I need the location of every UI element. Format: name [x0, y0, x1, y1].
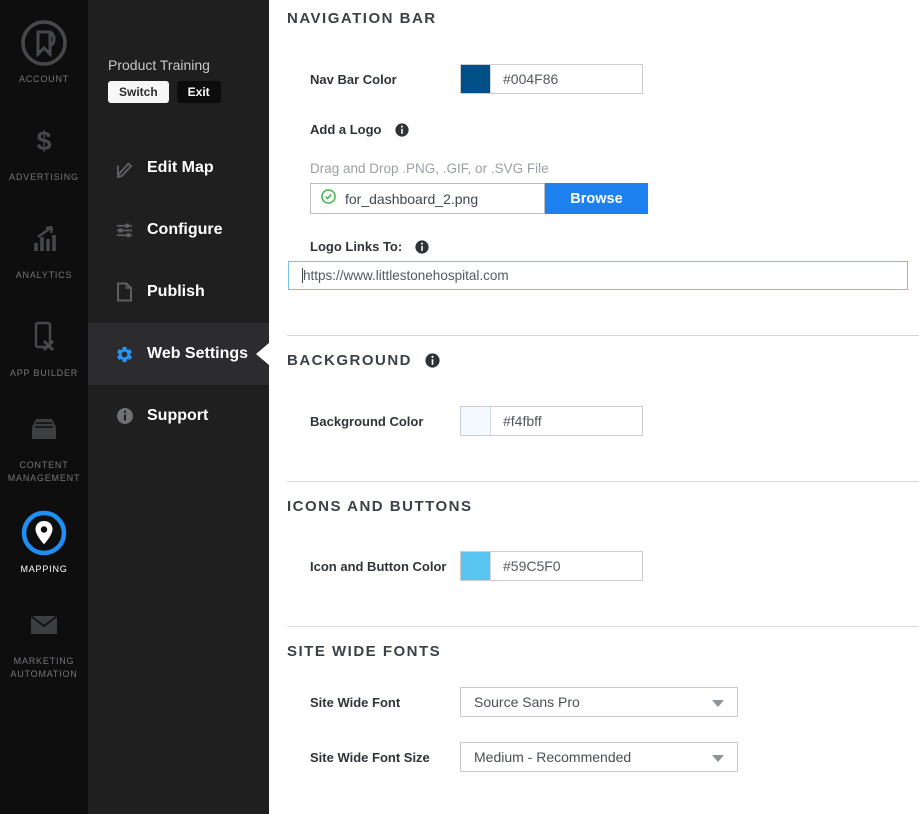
envelope-icon [27, 601, 61, 649]
icon-button-color-input[interactable] [491, 552, 642, 580]
menu-item-publish[interactable]: Publish [88, 261, 269, 323]
site-wide-font-row: Site Wide Font Source Sans Pro [287, 687, 919, 717]
section-title-background: BACKGROUND [287, 352, 919, 369]
document-icon [115, 282, 134, 302]
active-item-arrow [256, 343, 269, 365]
nav-bar-color-label: Nav Bar Color [310, 72, 460, 87]
menu-item-edit-map[interactable]: Edit Map [88, 137, 269, 199]
site-wide-font-label: Site Wide Font [310, 695, 460, 710]
sidebar-item-label: ACCOUNT [4, 73, 84, 87]
icon-button-color-swatch[interactable] [461, 552, 491, 580]
menu-item-label: Support [147, 407, 208, 425]
dollar-icon: $ [36, 117, 51, 165]
background-color-input[interactable] [491, 407, 642, 435]
icon-rail-sidebar: ACCOUNT $ ADVERTISING ANALYTICS [0, 0, 88, 814]
archive-drawer-icon [27, 405, 61, 453]
site-wide-font-size-dropdown[interactable]: Medium - Recommended [460, 742, 738, 772]
site-wide-font-value: Source Sans Pro [474, 694, 580, 710]
nav-bar-color-swatch[interactable] [461, 65, 491, 93]
section-title-text: ICONS AND BUTTONS [287, 498, 473, 515]
pencil-icon [115, 159, 134, 178]
sidebar-item-label: CONTENT MANAGEMENT [4, 459, 84, 486]
menu-item-label: Web Settings [147, 345, 248, 363]
sidebar-item-label: ANALYTICS [4, 269, 84, 283]
logo-links-label: Logo Links To: [310, 239, 402, 254]
section-title-text: NAVIGATION BAR [287, 10, 437, 27]
section-title-navigation-bar: NAVIGATION BAR [287, 10, 919, 27]
icon-button-color-label: Icon and Button Color [310, 559, 460, 574]
info-icon[interactable] [415, 240, 429, 254]
menu-sidebar: Product Training Switch Exit Edit Map [88, 0, 269, 814]
check-circle-icon [321, 189, 336, 209]
section-title-icons-buttons: ICONS AND BUTTONS [287, 498, 919, 515]
chevron-down-icon [712, 700, 724, 707]
sliders-icon [115, 221, 134, 240]
sidebar-item-account[interactable]: ACCOUNT [0, 4, 88, 102]
nav-bar-color-input[interactable] [491, 65, 642, 93]
logo-file-input[interactable]: for_dashboard_2.png [310, 183, 545, 214]
logo-url-input[interactable]: https://www.littlestonehospital.com [288, 261, 908, 290]
logo-file-row: for_dashboard_2.png Browse [310, 183, 648, 214]
browse-button[interactable]: Browse [545, 183, 648, 214]
icon-button-color-input-group [460, 551, 643, 581]
menu-item-configure[interactable]: Configure [88, 199, 269, 261]
menu-item-label: Publish [147, 283, 205, 301]
section-divider [287, 335, 919, 336]
section-divider [287, 626, 919, 627]
sidebar-item-advertising[interactable]: $ ADVERTISING [0, 102, 88, 200]
background-color-row: Background Color [287, 406, 919, 436]
background-color-label: Background Color [310, 414, 460, 429]
gear-icon [115, 345, 134, 364]
web-settings-panel: NAVIGATION BAR Nav Bar Color Add a Logo … [269, 0, 919, 814]
info-icon[interactable] [425, 353, 440, 368]
icon-button-color-row: Icon and Button Color [287, 551, 919, 581]
sidebar-item-label: MARKETING AUTOMATION [4, 655, 84, 682]
sidebar-item-marketing-automation[interactable]: MARKETING AUTOMATION [0, 592, 88, 690]
background-color-swatch[interactable] [461, 407, 491, 435]
account-brand-logo-icon [18, 19, 70, 67]
bar-chart-arrow-icon [28, 215, 60, 263]
menu-item-web-settings[interactable]: Web Settings [88, 323, 269, 385]
menu-nav: Edit Map Configure [88, 137, 269, 447]
add-logo-block: Add a Logo [310, 122, 919, 137]
project-block: Product Training Switch Exit [88, 0, 269, 103]
add-logo-label: Add a Logo [310, 122, 382, 137]
menu-item-label: Configure [147, 221, 223, 239]
exit-button[interactable]: Exit [177, 81, 221, 103]
menu-item-support[interactable]: Support [88, 385, 269, 447]
sidebar-item-mapping[interactable]: MAPPING [0, 494, 88, 592]
sidebar-item-content-management[interactable]: CONTENT MANAGEMENT [0, 396, 88, 494]
site-wide-font-dropdown[interactable]: Source Sans Pro [460, 687, 738, 717]
sidebar-item-analytics[interactable]: ANALYTICS [0, 200, 88, 298]
app-window: ACCOUNT $ ADVERTISING ANALYTICS [0, 0, 919, 814]
site-wide-font-size-label: Site Wide Font Size [310, 750, 460, 765]
sidebar-item-label: ADVERTISING [4, 171, 84, 185]
site-wide-font-size-row: Site Wide Font Size Medium - Recommended [287, 742, 919, 772]
section-divider [287, 481, 919, 482]
background-color-input-group [460, 406, 643, 436]
chevron-down-icon [712, 755, 724, 762]
info-circle-icon [115, 407, 134, 425]
nav-bar-color-row: Nav Bar Color [287, 64, 919, 94]
section-title-site-wide-fonts: SITE WIDE FONTS [287, 643, 919, 660]
switch-button[interactable]: Switch [108, 81, 169, 103]
logo-links-block: Logo Links To: [310, 239, 919, 254]
sidebar-item-app-builder[interactable]: APP BUILDER [0, 298, 88, 396]
project-name: Product Training [108, 57, 269, 73]
phone-tools-icon [28, 313, 60, 361]
site-wide-font-size-value: Medium - Recommended [474, 749, 631, 765]
logo-url-value: https://www.littlestonehospital.com [303, 268, 509, 283]
nav-bar-color-input-group [460, 64, 643, 94]
sidebar-item-label: MAPPING [4, 563, 84, 577]
drag-drop-hint: Drag and Drop .PNG, .GIF, or .SVG File [310, 161, 919, 176]
map-pin-icon [20, 509, 68, 557]
info-icon[interactable] [395, 123, 409, 137]
sidebar-item-label: APP BUILDER [4, 367, 84, 381]
section-title-text: BACKGROUND [287, 352, 412, 369]
menu-item-label: Edit Map [147, 159, 214, 177]
section-title-text: SITE WIDE FONTS [287, 643, 441, 660]
logo-file-name: for_dashboard_2.png [345, 191, 478, 207]
